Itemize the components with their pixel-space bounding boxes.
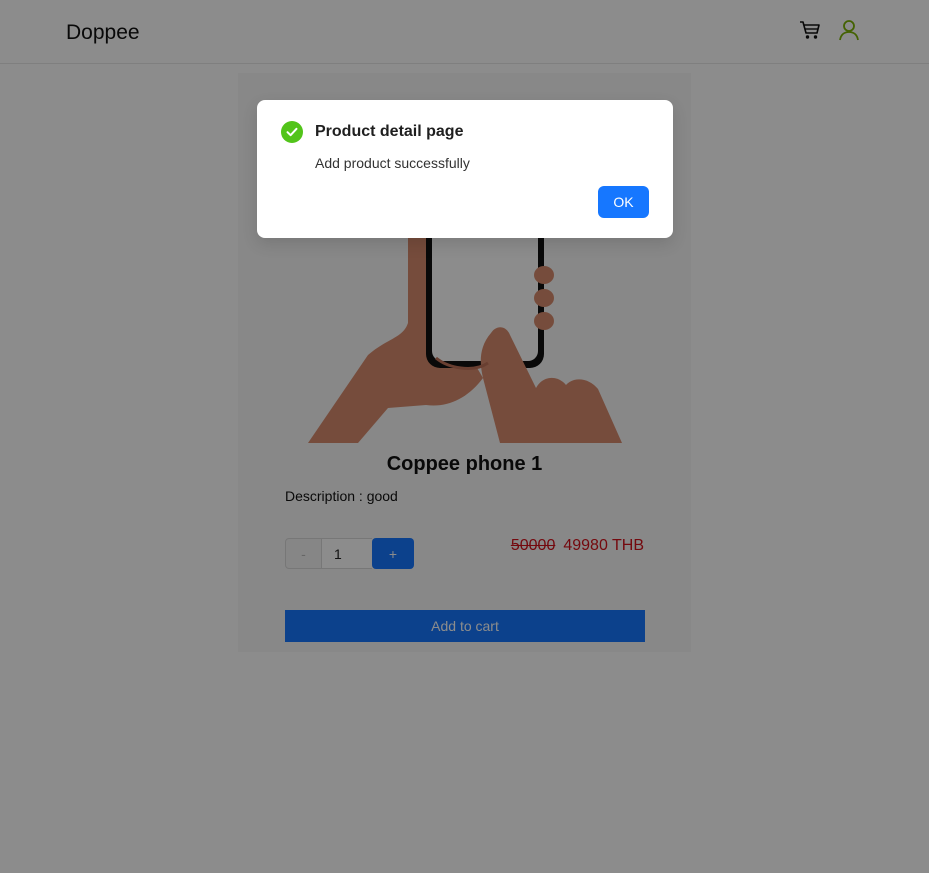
modal-message: Add product successfully	[315, 155, 470, 171]
ok-button[interactable]: OK	[598, 186, 649, 218]
check-circle-icon	[281, 121, 303, 143]
success-modal: Product detail page Add product successf…	[257, 100, 673, 238]
modal-title: Product detail page	[315, 123, 464, 140]
